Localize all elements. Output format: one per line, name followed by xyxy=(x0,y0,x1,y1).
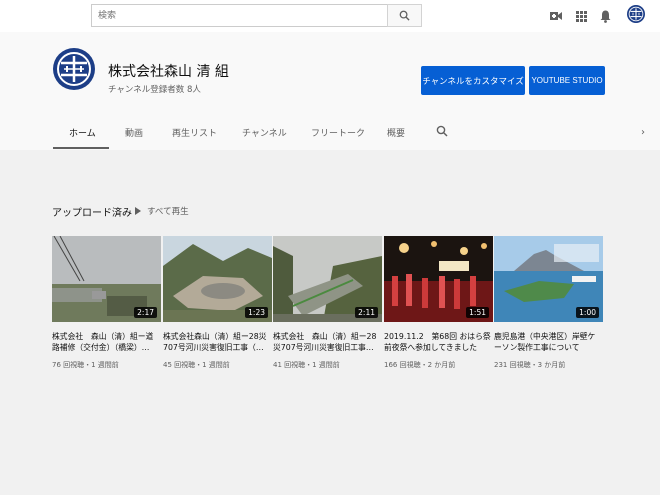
video-meta: 41 回視聴・1 週間前 xyxy=(273,361,340,369)
video-title[interactable]: 鹿児島港（中央港区）岸壁ケーソン製作工事について xyxy=(494,331,603,353)
tab-home[interactable]: ホーム xyxy=(69,126,96,139)
video-meta: 166 回視聴・2 か月前 xyxy=(384,361,456,369)
video-camera-icon xyxy=(550,12,562,20)
video-meta: 45 回視聴・1 週間前 xyxy=(163,361,230,369)
channel-header: 株式会社森山 清 組 チャンネル登録者数 8人 チャンネルをカスタマイズ YOU… xyxy=(0,32,660,150)
tab-channels[interactable]: チャンネル xyxy=(242,126,287,139)
company-logo-icon xyxy=(627,5,645,23)
video-duration: 1:00 xyxy=(576,307,599,318)
video-card[interactable]: 2:11 株式会社 森山（清）組ー28災707号河川災害復旧工事… 41 回視聴… xyxy=(273,236,382,370)
video-card[interactable]: 1:51 2019.11.2 第68回 おはら祭前夜祭へ参加してきました 166… xyxy=(384,236,493,370)
video-thumbnail[interactable]: 1:00 xyxy=(494,236,603,322)
search-input[interactable] xyxy=(91,4,387,27)
top-bar xyxy=(0,0,660,32)
video-title[interactable]: 株式会社 森山（清）組ー28災707号河川災害復旧工事… xyxy=(273,331,382,353)
account-avatar[interactable] xyxy=(627,5,645,23)
search-button[interactable] xyxy=(387,4,422,27)
video-card[interactable]: 2:17 株式会社 森山（清）組ー道路補修（交付金）（橋梁）… 76 回視聴・1… xyxy=(52,236,161,370)
section-title: アップロード済み xyxy=(52,208,132,219)
bell-icon xyxy=(600,10,610,23)
channel-tabs: ホーム 動画 再生リスト チャンネル フリートーク 概要 › xyxy=(0,118,660,150)
search-icon[interactable] xyxy=(436,125,448,137)
video-thumbnail[interactable]: 1:51 xyxy=(384,236,493,322)
video-meta: 76 回視聴・1 週間前 xyxy=(52,361,119,369)
video-title[interactable]: 2019.11.2 第68回 おはら祭前夜祭へ参加してきました xyxy=(384,331,493,353)
video-card[interactable]: 1:00 鹿児島港（中央港区）岸壁ケーソン製作工事について 231 回視聴・3 … xyxy=(494,236,603,370)
apps-grid-icon xyxy=(575,10,587,22)
active-tab-indicator xyxy=(53,147,109,149)
notifications-button[interactable] xyxy=(598,9,612,23)
youtube-studio-button[interactable]: YOUTUBE STUDIO xyxy=(529,66,605,95)
video-thumbnail[interactable]: 2:11 xyxy=(273,236,382,322)
video-duration: 1:51 xyxy=(466,307,489,318)
video-meta: 231 回視聴・3 か月前 xyxy=(494,361,566,369)
play-icon[interactable] xyxy=(135,207,141,215)
video-duration: 1:23 xyxy=(245,307,268,318)
create-video-button[interactable] xyxy=(549,9,563,23)
customize-channel-button[interactable]: チャンネルをカスタマイズ xyxy=(421,66,525,95)
play-all-link[interactable]: すべて再生 xyxy=(147,205,189,217)
subscriber-count: チャンネル登録者数 8人 xyxy=(108,85,201,95)
company-logo-icon xyxy=(54,49,94,89)
tab-videos[interactable]: 動画 xyxy=(125,126,143,139)
video-card[interactable]: 1:23 株式会社森山（清）組ー28災707号河川災害復旧工事（… 45 回視聴… xyxy=(163,236,272,370)
tab-about[interactable]: 概要 xyxy=(387,126,405,139)
video-duration: 2:17 xyxy=(134,307,157,318)
video-title[interactable]: 株式会社森山（清）組ー28災707号河川災害復旧工事（… xyxy=(163,331,272,353)
video-title[interactable]: 株式会社 森山（清）組ー道路補修（交付金）（橋梁）… xyxy=(52,331,161,353)
tab-playlists[interactable]: 再生リスト xyxy=(172,126,217,139)
channel-avatar xyxy=(53,48,95,90)
video-duration: 2:11 xyxy=(355,307,378,318)
video-thumbnail[interactable]: 2:17 xyxy=(52,236,161,322)
tab-discussion[interactable]: フリートーク xyxy=(311,126,365,139)
video-thumbnail[interactable]: 1:23 xyxy=(163,236,272,322)
apps-button[interactable] xyxy=(574,9,588,23)
chevron-right-icon[interactable]: › xyxy=(641,127,645,138)
channel-title: 株式会社森山 清 組 xyxy=(108,64,229,80)
search-icon xyxy=(399,10,410,21)
